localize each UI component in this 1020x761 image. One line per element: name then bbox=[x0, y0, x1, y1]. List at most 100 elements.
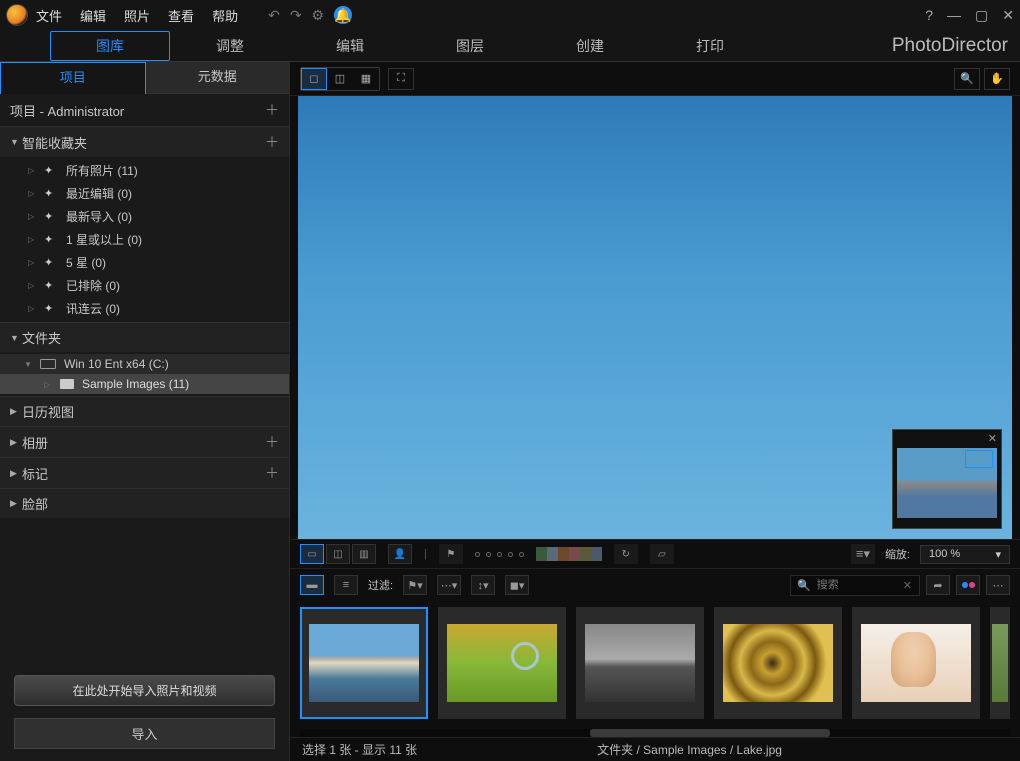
hand-tool-icon[interactable]: ✋ bbox=[984, 68, 1010, 90]
navigator-thumb[interactable] bbox=[897, 448, 997, 518]
import-hint-button[interactable]: 在此处开始导入照片和视频 bbox=[14, 675, 275, 706]
smart-item-2[interactable]: ▷✦最新导入 (0) bbox=[0, 205, 289, 228]
thumbnail-5[interactable] bbox=[852, 607, 980, 719]
subfolder-item[interactable]: ▷ Sample Images (11) bbox=[0, 374, 289, 394]
redo-icon[interactable]: ↷ bbox=[290, 7, 302, 24]
smart-item-0[interactable]: ▷ ✦ 所有照片 (11) bbox=[0, 159, 289, 182]
share-flickr-icon[interactable] bbox=[956, 575, 980, 595]
add-album-icon[interactable]: ＋ bbox=[265, 432, 279, 452]
add-tag-icon[interactable]: ＋ bbox=[265, 463, 279, 483]
mode-create[interactable]: 创建 bbox=[530, 32, 650, 60]
folders-header[interactable]: ▼ 文件夹 bbox=[0, 323, 289, 352]
thumbnail-2[interactable] bbox=[438, 607, 566, 719]
scrollbar-handle[interactable] bbox=[590, 729, 830, 737]
smart-icon: ✦ bbox=[44, 302, 58, 315]
flag-icon[interactable]: ⚑ bbox=[439, 544, 463, 564]
preview-image[interactable]: ✕ bbox=[298, 96, 1012, 539]
smart-item-6[interactable]: ▷✦讯连云 (0) bbox=[0, 297, 289, 320]
close-icon[interactable]: ✕ bbox=[1002, 7, 1014, 24]
face-tag-icon[interactable]: 👤 bbox=[388, 544, 412, 564]
import-button[interactable]: 导入 bbox=[14, 718, 275, 749]
filter-color-icon[interactable]: ◼▾ bbox=[505, 575, 529, 595]
mode-edit[interactable]: 编辑 bbox=[290, 32, 410, 60]
face-header[interactable]: ▶脸部 bbox=[0, 489, 289, 518]
chevron-right-icon: ▶ bbox=[10, 498, 22, 509]
mode-layer[interactable]: 图层 bbox=[410, 32, 530, 60]
menu-help[interactable]: 帮助 bbox=[212, 6, 238, 25]
more-icon[interactable]: ⋯ bbox=[986, 575, 1010, 595]
help-icon[interactable]: ? bbox=[925, 7, 933, 24]
minimize-icon[interactable]: — bbox=[947, 7, 961, 24]
chevron-right-icon: ▶ bbox=[10, 406, 22, 417]
drive-item[interactable]: ▼ Win 10 Ent x64 (C:) bbox=[0, 354, 289, 374]
rotate-icon[interactable]: ↻ bbox=[614, 544, 638, 564]
mode-print[interactable]: 打印 bbox=[650, 32, 770, 60]
tab-metadata[interactable]: 元数据 bbox=[146, 62, 290, 94]
layout-3-icon[interactable]: ▥ bbox=[352, 544, 376, 564]
layout-1-icon[interactable]: ▭ bbox=[300, 544, 324, 564]
color-swatch[interactable] bbox=[580, 547, 591, 561]
navigator-panel[interactable]: ✕ bbox=[892, 429, 1002, 529]
color-labels[interactable] bbox=[536, 547, 602, 561]
navigator-viewport[interactable] bbox=[965, 450, 993, 468]
thumb-list-icon[interactable]: ≡ bbox=[334, 575, 358, 595]
notification-icon[interactable]: 🔔 bbox=[334, 6, 352, 24]
color-swatch[interactable] bbox=[569, 547, 580, 561]
search-input[interactable] bbox=[817, 579, 897, 591]
export-icon[interactable]: ➦ bbox=[926, 575, 950, 595]
smart-folder-header[interactable]: ▼ 智能收藏夹 ＋ bbox=[0, 127, 289, 157]
color-swatch[interactable] bbox=[558, 547, 569, 561]
album-header[interactable]: ▶相册＋ bbox=[0, 427, 289, 457]
thumbnail-6[interactable] bbox=[990, 607, 1010, 719]
smart-item-3[interactable]: ▷✦1 星或以上 (0) bbox=[0, 228, 289, 251]
layout-2-icon[interactable]: ◫ bbox=[326, 544, 350, 564]
grid-view-icon[interactable]: ▦ bbox=[353, 68, 379, 90]
thumbnail-1[interactable] bbox=[300, 607, 428, 719]
menu-file[interactable]: 文件 bbox=[36, 6, 62, 25]
drive-icon bbox=[40, 359, 56, 369]
sort-icon[interactable]: ≡▾ bbox=[851, 544, 875, 564]
search-input-wrapper[interactable]: 🔍 ✕ bbox=[790, 575, 920, 596]
maximize-icon[interactable]: ▢ bbox=[975, 7, 988, 24]
thumbnail-4[interactable] bbox=[714, 607, 842, 719]
color-swatch[interactable] bbox=[547, 547, 558, 561]
menu-photo[interactable]: 照片 bbox=[124, 6, 150, 25]
menu-view[interactable]: 查看 bbox=[168, 6, 194, 25]
chevron-down-icon: ▾ bbox=[995, 548, 1001, 561]
filter-star-icon[interactable]: ⋯▾ bbox=[437, 575, 461, 595]
clear-search-icon[interactable]: ✕ bbox=[903, 579, 912, 592]
smart-item-label: 所有照片 (11) bbox=[66, 162, 138, 179]
navigator-close-icon[interactable]: ✕ bbox=[988, 432, 997, 445]
menu-edit[interactable]: 编辑 bbox=[80, 6, 106, 25]
add-smart-icon[interactable]: ＋ bbox=[265, 132, 279, 152]
mode-adjust[interactable]: 调整 bbox=[170, 32, 290, 60]
smart-icon: ✦ bbox=[44, 164, 58, 177]
filter-flag-icon[interactable]: ⚑▾ bbox=[403, 575, 427, 595]
search-tool-icon[interactable]: 🔍 bbox=[954, 68, 980, 90]
compare-view-icon[interactable]: ◫ bbox=[327, 68, 353, 90]
mode-library[interactable]: 图库 bbox=[50, 31, 170, 61]
smart-icon: ✦ bbox=[44, 187, 58, 200]
rating-stars[interactable] bbox=[475, 552, 524, 557]
add-project-icon[interactable]: ＋ bbox=[265, 100, 279, 120]
smart-item-4[interactable]: ▷✦5 星 (0) bbox=[0, 251, 289, 274]
thumbnail-scrollbar[interactable] bbox=[300, 729, 1010, 737]
tag-header[interactable]: ▶标记＋ bbox=[0, 458, 289, 488]
selection-status: 选择 1 张 - 显示 11 张 bbox=[302, 741, 417, 758]
gear-icon[interactable]: ⚙ bbox=[312, 7, 325, 24]
smart-item-1[interactable]: ▷✦最近编辑 (0) bbox=[0, 182, 289, 205]
color-swatch[interactable] bbox=[591, 547, 602, 561]
thumb-size-large-icon[interactable]: ▬ bbox=[300, 575, 324, 595]
calendar-header[interactable]: ▶日历视图 bbox=[0, 397, 289, 426]
undo-icon[interactable]: ↶ bbox=[268, 7, 280, 24]
single-view-icon[interactable]: ◻ bbox=[301, 68, 327, 90]
zoom-select[interactable]: 100 %▾ bbox=[920, 545, 1010, 564]
thumbnail-3[interactable] bbox=[576, 607, 704, 719]
stack-icon[interactable]: ▱ bbox=[650, 544, 674, 564]
color-swatch[interactable] bbox=[536, 547, 547, 561]
tab-project[interactable]: 项目 bbox=[0, 62, 146, 94]
filter-sort-icon[interactable]: ↕▾ bbox=[471, 575, 495, 595]
fullscreen-icon[interactable]: ⛶ bbox=[388, 68, 414, 90]
chevron-right-icon: ▷ bbox=[28, 166, 36, 175]
smart-item-5[interactable]: ▷✦已排除 (0) bbox=[0, 274, 289, 297]
